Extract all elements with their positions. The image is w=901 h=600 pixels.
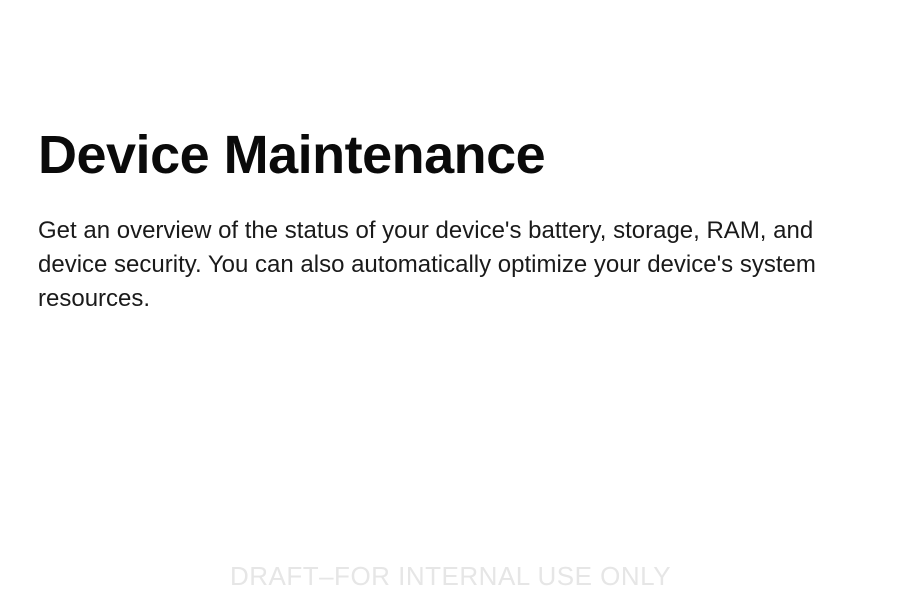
document-content: Device Maintenance Get an overview of th…: [0, 0, 901, 316]
watermark-text: DRAFT–FOR INTERNAL USE ONLY: [0, 561, 901, 592]
page-title: Device Maintenance: [38, 128, 863, 182]
page-description: Get an overview of the status of your de…: [38, 214, 858, 316]
